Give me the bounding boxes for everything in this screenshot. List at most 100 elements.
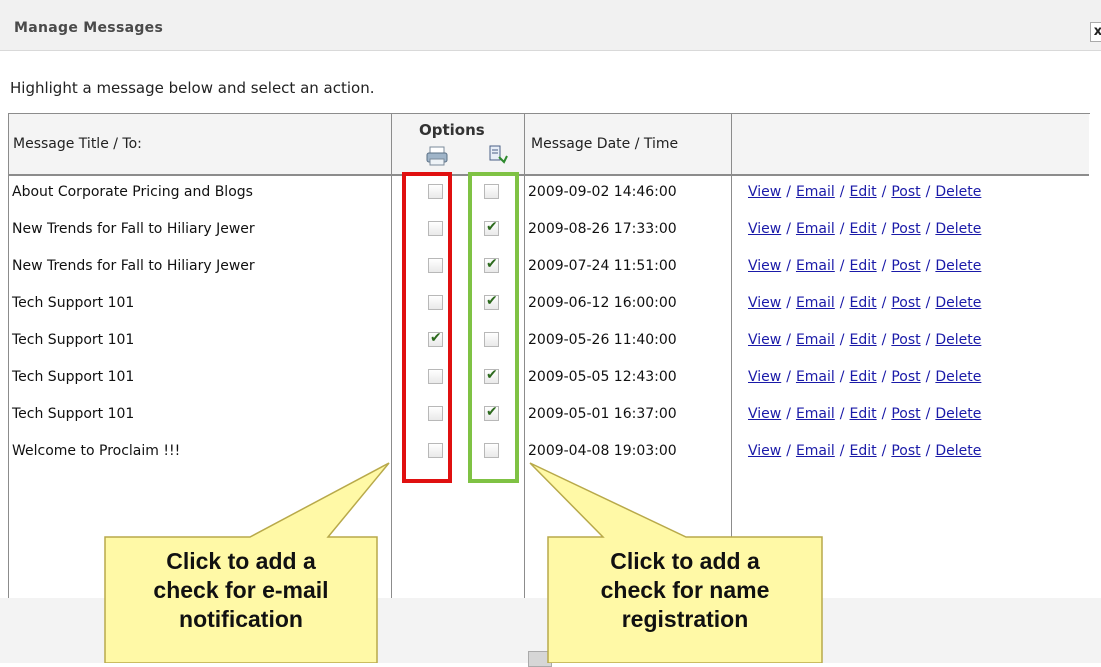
edit-link[interactable]: Edit (850, 221, 877, 237)
action-separator: / (786, 221, 791, 237)
email-link[interactable]: Email (796, 332, 835, 348)
email-link[interactable]: Email (796, 295, 835, 311)
edit-link[interactable]: Edit (850, 443, 877, 459)
view-link[interactable]: View (748, 332, 781, 348)
view-link[interactable]: View (748, 258, 781, 274)
message-date: 2009-05-26 11:40:00 (528, 332, 677, 348)
action-separator: / (881, 295, 887, 311)
table-row[interactable]: New Trends for Fall to Hiliary Jewer ✔ 200… (9, 250, 1089, 287)
action-separator: / (839, 184, 845, 200)
edit-link[interactable]: Edit (850, 406, 877, 422)
manage-messages-dialog: Manage Messages x Highlight a message be… (0, 0, 1101, 667)
action-separator: / (925, 332, 931, 348)
delete-link[interactable]: Delete (935, 184, 981, 200)
delete-link[interactable]: Delete (935, 443, 981, 459)
view-link[interactable]: View (748, 406, 781, 422)
message-title: Tech Support 101 (12, 332, 135, 348)
view-link[interactable]: View (748, 443, 781, 459)
row-actions: View / Email / Edit / Post / Delete (748, 295, 981, 311)
dialog-title-bar: Manage Messages x (0, 0, 1101, 51)
action-separator: / (786, 369, 791, 385)
post-link[interactable]: Post (891, 406, 920, 422)
edit-link[interactable]: Edit (850, 369, 877, 385)
email-link[interactable]: Email (796, 369, 835, 385)
action-separator: / (925, 406, 931, 422)
email-link[interactable]: Email (796, 221, 835, 237)
column-header-options: Options (419, 121, 485, 139)
action-separator: / (786, 443, 791, 459)
edit-link[interactable]: Edit (850, 332, 877, 348)
message-date: 2009-06-12 16:00:00 (528, 295, 677, 311)
delete-link[interactable]: Delete (935, 221, 981, 237)
delete-link[interactable]: Delete (935, 295, 981, 311)
action-separator: / (839, 295, 845, 311)
action-separator: / (881, 443, 887, 459)
column-header-title: Message Title / To: (13, 136, 142, 152)
table-row[interactable]: New Trends for Fall to Hiliary Jewer ✔ 200… (9, 213, 1089, 250)
table-row[interactable]: About Corporate Pricing and Blogs 2009-09… (9, 176, 1089, 213)
message-date: 2009-05-05 12:43:00 (528, 369, 677, 385)
post-link[interactable]: Post (891, 221, 920, 237)
message-title: About Corporate Pricing and Blogs (12, 184, 253, 200)
table-row[interactable]: Tech Support 101 ✔ 2009-05-05 12:43:00 View… (9, 361, 1089, 398)
edit-link[interactable]: Edit (850, 258, 877, 274)
name-callout-text: Click to add a check for name registrati… (549, 547, 821, 634)
view-link[interactable]: View (748, 369, 781, 385)
post-link[interactable]: Post (891, 369, 920, 385)
action-separator: / (786, 184, 791, 200)
column-header-date: Message Date / Time (531, 136, 679, 152)
email-link[interactable]: Email (796, 258, 835, 274)
post-link[interactable]: Post (891, 443, 920, 459)
table-row[interactable]: Welcome to Proclaim !!! 2009-04-08 19:03:… (9, 435, 1089, 472)
email-link[interactable]: Email (796, 184, 835, 200)
action-separator: / (925, 184, 931, 200)
delete-link[interactable]: Delete (935, 369, 981, 385)
message-date: 2009-08-26 17:33:00 (528, 221, 677, 237)
edit-link[interactable]: Edit (850, 184, 877, 200)
post-link[interactable]: Post (891, 184, 920, 200)
email-link[interactable]: Email (796, 443, 835, 459)
email-callout-text: Click to add a check for e-mail notifica… (106, 547, 376, 634)
view-link[interactable]: View (748, 295, 781, 311)
email-link[interactable]: Email (796, 406, 835, 422)
action-separator: / (925, 443, 931, 459)
name-callout-line: registration (621, 606, 749, 632)
action-separator: / (839, 443, 845, 459)
name-registration-highlight-box (468, 172, 519, 483)
row-actions: View / Email / Edit / Post / Delete (748, 221, 981, 237)
action-separator: / (786, 332, 791, 348)
message-date: 2009-04-08 19:03:00 (528, 443, 677, 459)
footer-button[interactable] (528, 651, 552, 667)
action-separator: / (925, 295, 931, 311)
action-separator: / (839, 369, 845, 385)
delete-link[interactable]: Delete (935, 332, 981, 348)
message-title: New Trends for Fall to Hiliary Jewer (12, 221, 255, 237)
row-actions: View / Email / Edit / Post / Delete (748, 258, 981, 274)
name-callout-line: Click to add a (610, 548, 760, 574)
row-actions: View / Email / Edit / Post / Delete (748, 369, 981, 385)
table-row[interactable]: Tech Support 101 ✔ 2009-05-26 11:40:00 View… (9, 324, 1089, 361)
view-link[interactable]: View (748, 184, 781, 200)
action-separator: / (925, 369, 931, 385)
name-registration-icon (489, 145, 508, 164)
message-title: New Trends for Fall to Hiliary Jewer (12, 258, 255, 274)
row-actions: View / Email / Edit / Post / Delete (748, 184, 981, 200)
delete-link[interactable]: Delete (935, 406, 981, 422)
view-link[interactable]: View (748, 221, 781, 237)
edit-link[interactable]: Edit (850, 295, 877, 311)
table-row[interactable]: Tech Support 101 ✔ 2009-05-01 16:37:00 View… (9, 398, 1089, 435)
post-link[interactable]: Post (891, 258, 920, 274)
action-separator: / (839, 258, 845, 274)
post-link[interactable]: Post (891, 295, 920, 311)
action-separator: / (786, 406, 791, 422)
dialog-title: Manage Messages (14, 20, 164, 36)
delete-link[interactable]: Delete (935, 258, 981, 274)
close-button[interactable]: x (1090, 22, 1101, 42)
action-separator: / (786, 258, 791, 274)
post-link[interactable]: Post (891, 332, 920, 348)
email-notification-icon (426, 146, 448, 166)
table-row[interactable]: Tech Support 101 ✔ 2009-06-12 16:00:00 View… (9, 287, 1089, 324)
action-separator: / (881, 369, 887, 385)
email-callout-line: check for e-mail (153, 577, 329, 603)
email-callout-line: notification (179, 606, 303, 632)
